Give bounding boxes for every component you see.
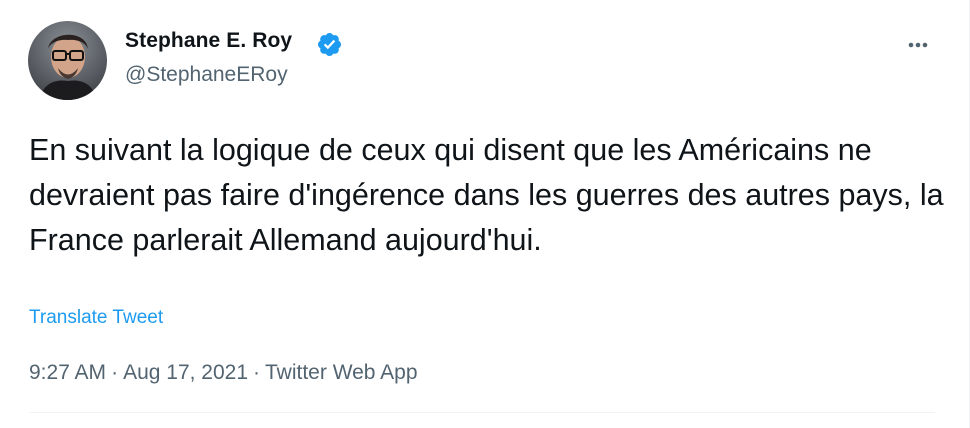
display-name[interactable]: Stephane E. Roy bbox=[125, 28, 292, 54]
tweet-metadata: 9:27 AM · Aug 17, 2021 · Twitter Web App bbox=[29, 359, 418, 387]
avatar-image bbox=[28, 21, 107, 100]
tweet-source[interactable]: Twitter Web App bbox=[265, 361, 418, 384]
tweet-date[interactable]: Aug 17, 2021 bbox=[123, 361, 248, 384]
tweet-time[interactable]: 9:27 AM bbox=[29, 361, 106, 384]
meta-separator: · bbox=[253, 361, 261, 384]
avatar[interactable] bbox=[28, 21, 107, 100]
verified-badge-icon bbox=[317, 32, 342, 57]
tweet-card: Stephane E. Roy @StephaneERoy En suivant… bbox=[0, 0, 970, 428]
tweet-text: En suivant la logique de ceux qui disent… bbox=[29, 133, 944, 257]
translate-tweet-link[interactable]: Translate Tweet bbox=[29, 306, 163, 330]
more-options-icon[interactable] bbox=[900, 30, 936, 60]
divider bbox=[29, 412, 935, 413]
user-handle[interactable]: @StephaneERoy bbox=[125, 62, 288, 88]
meta-separator: · bbox=[111, 361, 119, 384]
